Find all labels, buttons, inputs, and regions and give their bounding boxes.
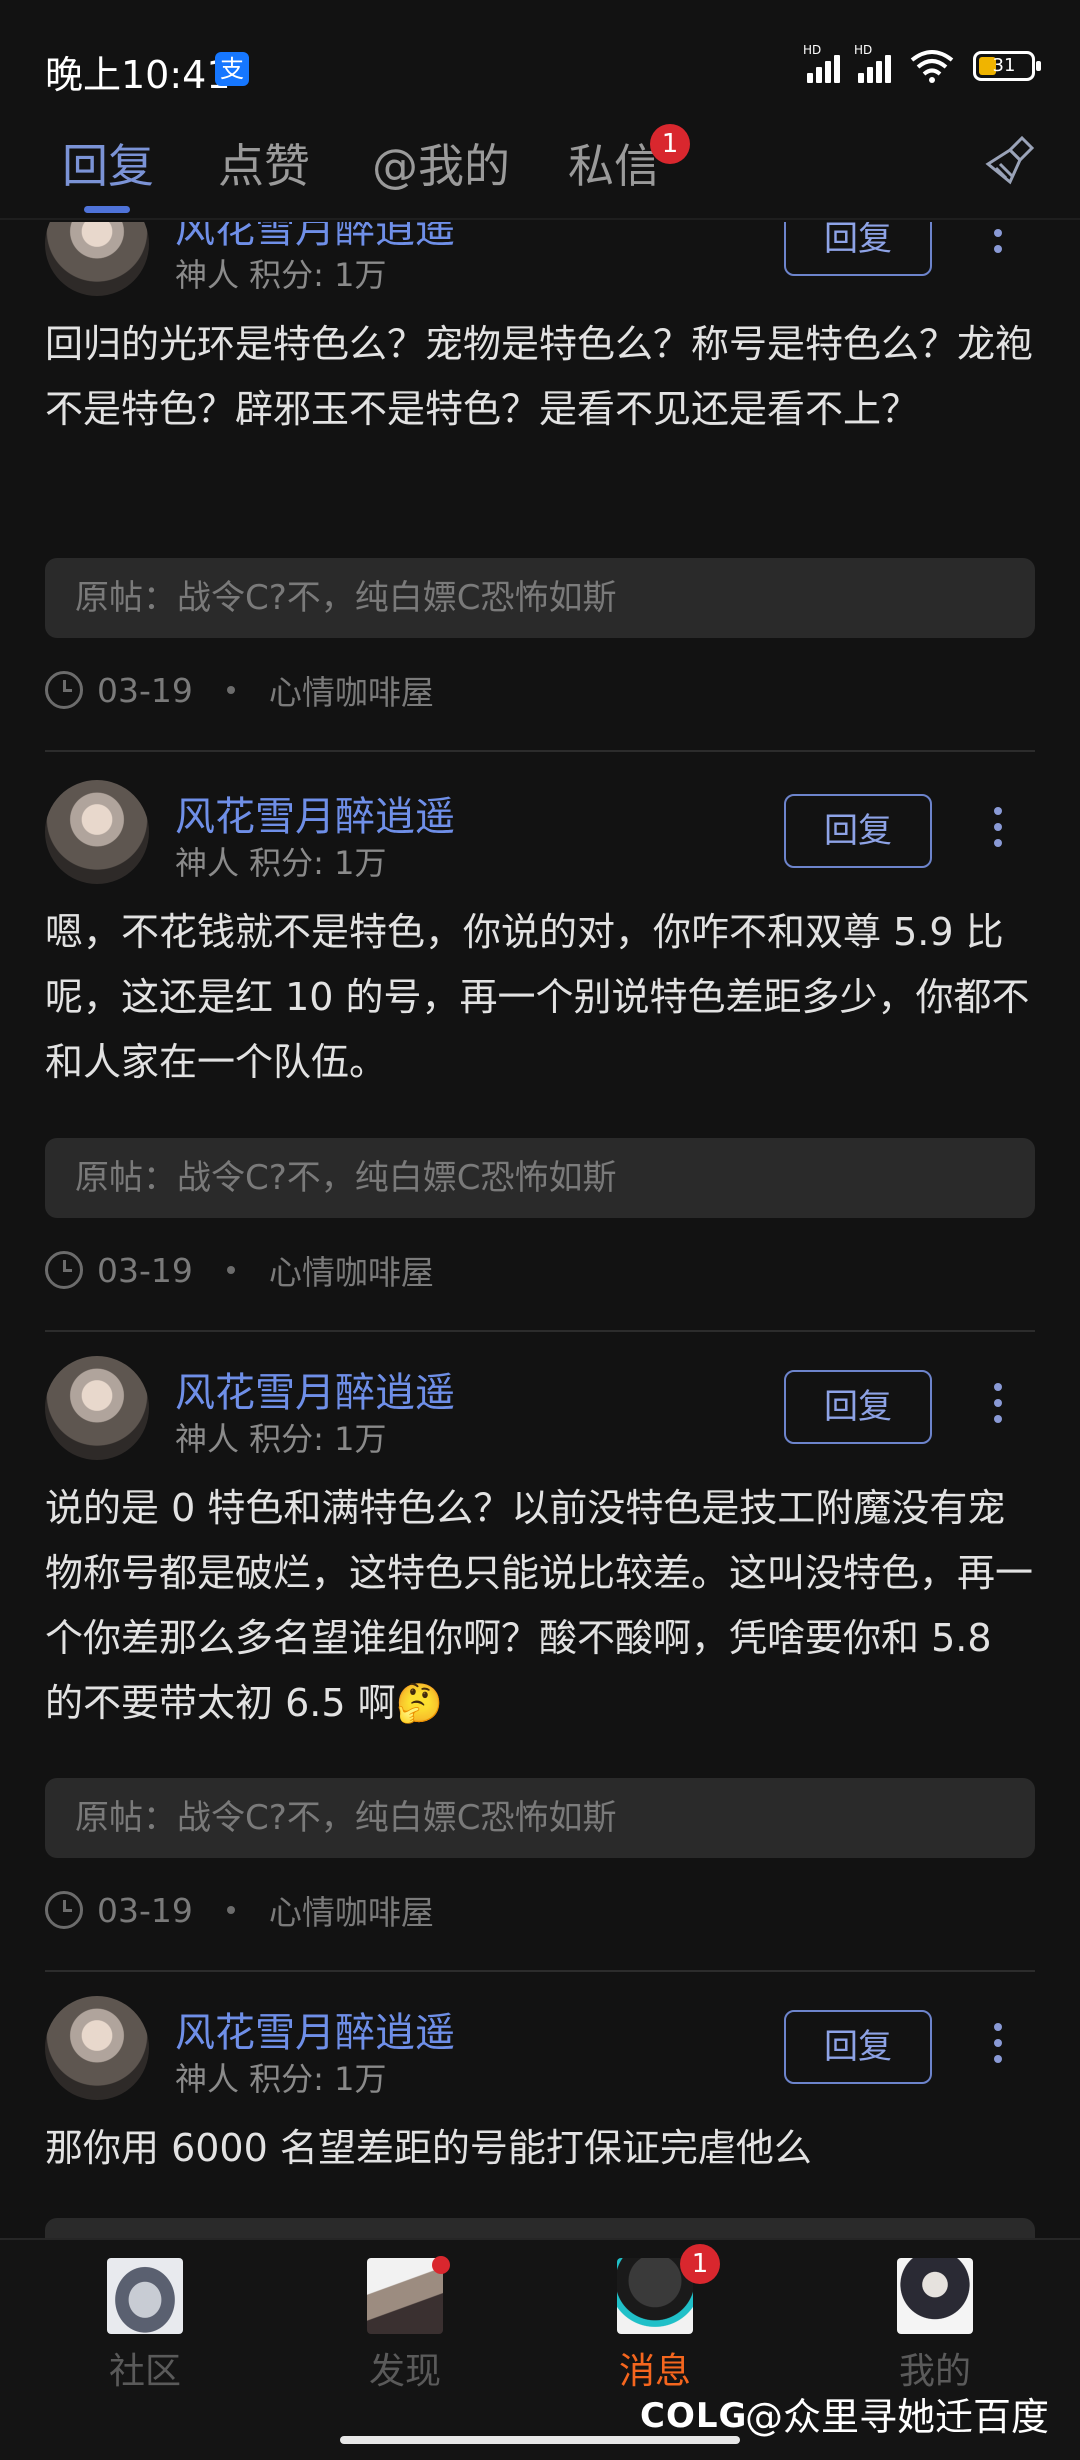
divider [45, 1330, 1035, 1332]
post-date: 03-19 [97, 1890, 193, 1930]
board-name[interactable]: 心情咖啡屋 [269, 1886, 434, 1934]
post-meta: 03-19 心情咖啡屋 [45, 666, 434, 714]
signal-icon-2: HD [854, 43, 891, 83]
separator-dot [226, 1906, 235, 1914]
alipay-icon: 支 [215, 52, 249, 86]
messages-nav-badge: 1 [680, 2244, 720, 2284]
wifi-icon [910, 50, 954, 83]
post-meta: 03-19 心情咖啡屋 [45, 1886, 434, 1934]
user-name[interactable]: 风花雪月醉逍遥 [175, 784, 455, 842]
user-meta: 神人 积分: 1万 [175, 256, 387, 294]
profile-icon [897, 2258, 973, 2334]
separator-dot [226, 686, 235, 694]
avatar[interactable] [45, 1356, 149, 1460]
nav-label: 消息 [618, 2351, 691, 2392]
reply-content: 那你用 6000 名望差距的号能打保证完虐他么 [45, 2126, 812, 2170]
separator-dot [226, 1266, 235, 1274]
status-bar: 晚上10:41 支 HD HD 31 [0, 0, 1080, 130]
reply-content: 嗯，不花钱就不是特色，你说的对，你咋不和双尊 5.9 比呢，这还是红 10 的号… [45, 910, 1030, 1084]
clock-icon [45, 1891, 83, 1929]
battery-icon: 31 [973, 51, 1041, 81]
reply-content: 说的是 0 特色和满特色么？以前没特色是技工附魔没有宠物称号都是破烂，这特色只能… [45, 1486, 1034, 1725]
clock-icon [45, 1251, 83, 1289]
reply-button[interactable]: 回复 [784, 794, 932, 868]
community-icon [107, 2258, 183, 2334]
signal-icon: HD [803, 43, 840, 83]
clear-broom-icon[interactable] [980, 132, 1040, 192]
watermark-logo: COLG [640, 2396, 748, 2436]
avatar[interactable] [45, 222, 149, 296]
user-meta: 神人 积分: 1万 [175, 1420, 387, 1458]
nav-label: 发现 [368, 2351, 441, 2392]
status-time: 晚上10:41 [45, 53, 231, 97]
reply-feed: 风花雪月醉逍遥 神人 积分: 1万 回复 回归的光环是特色么？宠物是特色么？称号… [0, 222, 1080, 2238]
tab-likes[interactable]: 点赞 [218, 130, 310, 196]
user-name[interactable]: 风花雪月醉逍遥 [175, 1360, 455, 1418]
tab-messages[interactable]: 私信 [568, 130, 660, 196]
tab-reply[interactable]: 回复 [62, 130, 154, 196]
divider [45, 750, 1035, 752]
divider [45, 1970, 1035, 1972]
avatar[interactable] [45, 780, 149, 884]
more-options-icon[interactable] [990, 1376, 1006, 1436]
home-indicator[interactable] [340, 2436, 740, 2444]
watermark-text: @众里寻她迁百度 [745, 2395, 1050, 2439]
post-date: 03-19 [97, 1250, 193, 1290]
more-options-icon[interactable] [990, 2016, 1006, 2076]
original-post-link[interactable]: 原帖：战令C?不，纯白嫖C恐怖如斯 [45, 1778, 1035, 1858]
user-meta: 神人 积分: 1万 [175, 844, 387, 882]
avatar[interactable] [45, 1996, 149, 2100]
post-meta: 03-19 心情咖啡屋 [45, 1246, 434, 1294]
reply-button[interactable]: 回复 [784, 222, 932, 276]
board-name[interactable]: 心情咖啡屋 [269, 666, 434, 714]
top-tabs: 回复 点赞 @我的 私信 1 [0, 120, 1080, 220]
original-post-link[interactable]: 原帖：战令C?不，纯白嫖C恐怖如斯 [45, 558, 1035, 638]
user-name[interactable]: 风花雪月醉逍遥 [175, 2000, 455, 2058]
reply-button[interactable]: 回复 [784, 1370, 932, 1444]
battery-level: 31 [992, 55, 1016, 76]
more-options-icon[interactable] [990, 800, 1006, 860]
status-icons: HD HD 31 [803, 43, 1041, 84]
tab-active-indicator [84, 206, 130, 213]
discover-dot [432, 2256, 450, 2274]
post-date: 03-19 [97, 670, 193, 710]
reply-content: 回归的光环是特色么？宠物是特色么？称号是特色么？龙袍不是特色？辟邪玉不是特色？是… [45, 322, 1034, 431]
tab-mentions[interactable]: @我的 [372, 130, 510, 196]
nav-label: 社区 [108, 2351, 181, 2392]
board-name[interactable]: 心情咖啡屋 [269, 1246, 434, 1294]
clock-icon [45, 671, 83, 709]
more-options-icon[interactable] [990, 222, 1006, 266]
original-post-link[interactable]: 原帖：战令C?不，纯白嫖C恐怖如斯 [45, 1138, 1035, 1218]
user-meta: 神人 积分: 1万 [175, 2060, 387, 2098]
reply-button[interactable]: 回复 [784, 2010, 932, 2084]
messages-badge: 1 [650, 124, 690, 164]
signal-hd-label: HD [803, 43, 822, 57]
nav-community[interactable]: 社区 [65, 2258, 225, 2394]
signal-hd-label-2: HD [854, 43, 873, 57]
nav-discover[interactable]: 发现 [325, 2258, 485, 2394]
nav-profile[interactable]: 我的 [855, 2258, 1015, 2394]
discover-icon [367, 2258, 443, 2334]
original-post-link[interactable] [45, 2218, 1035, 2238]
